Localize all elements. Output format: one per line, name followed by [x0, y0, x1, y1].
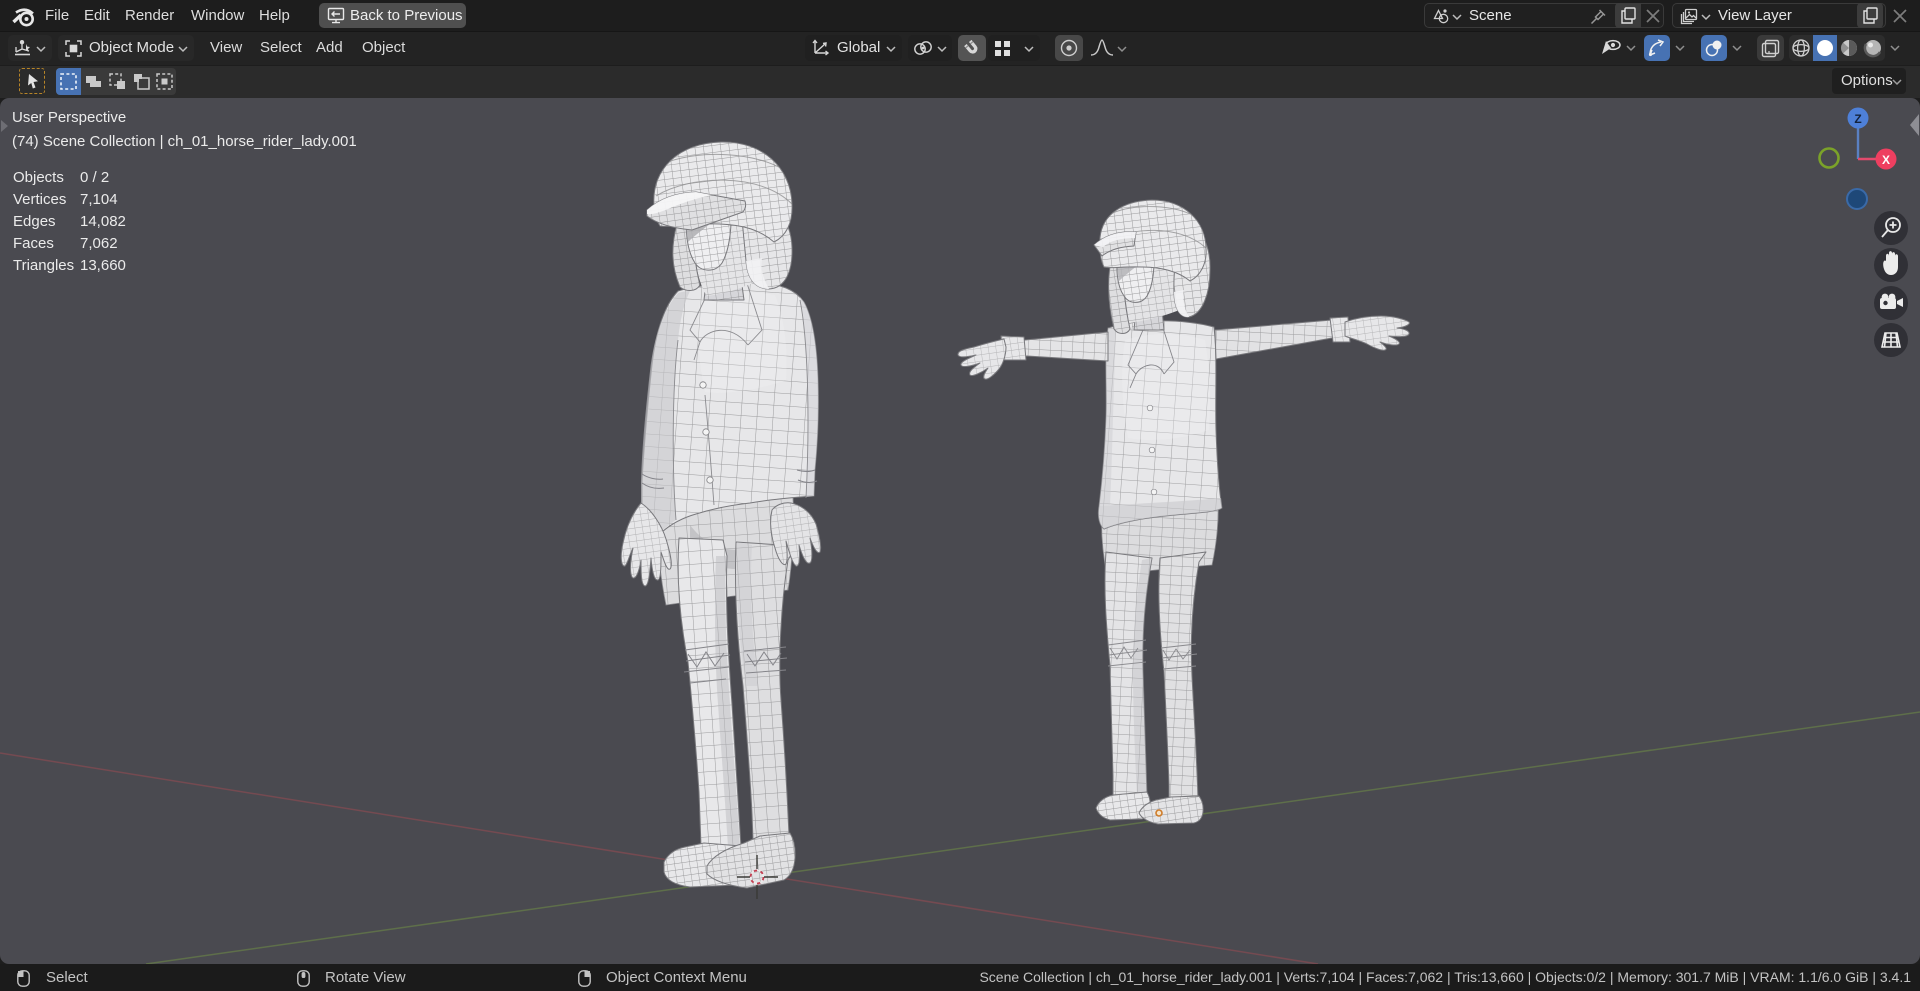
svg-text:X: X	[1882, 153, 1890, 167]
svg-text:Z: Z	[1854, 112, 1861, 126]
